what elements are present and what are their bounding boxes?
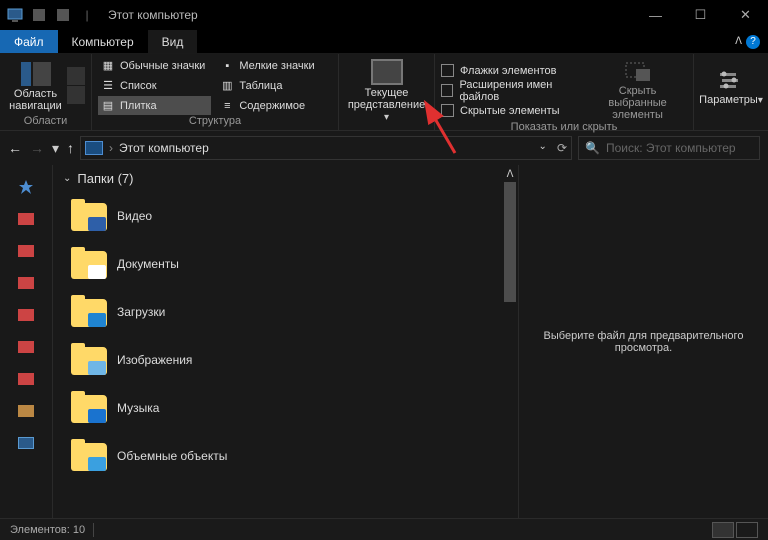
window-title: Этот компьютер (108, 8, 198, 22)
layout-content[interactable]: ≡Содержимое (217, 96, 320, 115)
view-icons-button[interactable] (736, 522, 758, 538)
menubar: Файл Компьютер Вид ᐱ ? (0, 30, 768, 54)
layout-table[interactable]: ▥Таблица (217, 76, 320, 95)
checkbox-extensions[interactable]: Расширения имен файлов (441, 82, 588, 100)
ribbon: Область навигации Области ▦Обычные значк… (0, 54, 768, 131)
sidebar-item[interactable] (0, 235, 52, 267)
folder-name: Загрузки (117, 305, 165, 319)
checkbox-flags[interactable]: Флажки элементов (441, 62, 588, 80)
sidebar-item[interactable] (0, 203, 52, 235)
location-icon (85, 141, 103, 155)
details-pane-icon[interactable] (67, 86, 85, 104)
sidebar-item-quick[interactable] (0, 171, 52, 203)
qat-separator: | (76, 4, 98, 26)
tab-computer[interactable]: Компьютер (58, 30, 148, 53)
content-area: ⌄ Папки (7) Видео Документы Загрузки Изобра… (0, 165, 768, 518)
sidebar-item[interactable] (0, 331, 52, 363)
view-details-button[interactable] (712, 522, 734, 538)
folder-icon (71, 392, 107, 424)
collapse-icon: ⌄ (63, 173, 71, 184)
refresh-button[interactable]: ⟳ (557, 141, 567, 155)
breadcrumb-separator: › (109, 141, 113, 155)
nav-back-button[interactable]: ← (8, 140, 22, 156)
nav-up-button[interactable]: ↑ (67, 140, 74, 156)
preview-placeholder-text: Выберите файл для предварительного просм… (539, 330, 748, 354)
hide-selected-button[interactable]: Скрыть выбранные элементы (588, 56, 687, 121)
sidebar-item[interactable] (0, 299, 52, 331)
addressbar: ← → ▾ ↑ › Этот компьютер ⌄ ⟳ 🔍 Поиск: Эт… (0, 131, 768, 165)
search-icon: 🔍 (585, 141, 600, 155)
layout-small-icons[interactable]: ▪Мелкие значки (217, 56, 320, 75)
address-path[interactable]: › Этот компьютер ⌄ ⟳ (80, 136, 572, 160)
folder-icon (71, 440, 107, 472)
preview-pane-icon[interactable] (67, 67, 85, 85)
scroll-up-icon[interactable]: ᐱ (507, 169, 514, 180)
layout-tile[interactable]: ▤Плитка (98, 96, 211, 115)
current-view-button[interactable]: Текущее представление ▾ (345, 56, 428, 124)
sidebar-item[interactable] (0, 395, 52, 427)
titlebar: | Этот компьютер — ☐ ✕ (0, 0, 768, 30)
search-input[interactable]: 🔍 Поиск: Этот компьютер (578, 136, 760, 160)
search-placeholder: Поиск: Этот компьютер (606, 141, 736, 155)
qat-dropdown-icon[interactable] (52, 4, 74, 26)
checkbox-hidden[interactable]: Скрытые элементы (441, 102, 588, 120)
folder-name: Документы (117, 257, 179, 271)
layout-list[interactable]: ☰Список (98, 76, 211, 95)
folder-icon (71, 200, 107, 232)
statusbar: Элементов: 10 (0, 518, 768, 540)
maximize-button[interactable]: ☐ (678, 0, 723, 30)
folder-item[interactable]: Объемные объекты (71, 432, 502, 480)
folder-item[interactable]: Видео (71, 192, 502, 240)
sidebar-item[interactable] (0, 427, 52, 459)
tab-view[interactable]: Вид (148, 30, 198, 53)
folder-item[interactable]: Документы (71, 240, 502, 288)
address-history-dropdown[interactable]: ⌄ (539, 141, 547, 155)
qat-properties-icon[interactable] (28, 4, 50, 26)
layout-regular-icons[interactable]: ▦Обычные значки (98, 56, 211, 75)
scrollbar-thumb[interactable] (504, 182, 516, 302)
minimize-button[interactable]: — (633, 0, 678, 30)
parameters-button[interactable]: Параметры▾ (700, 65, 762, 107)
folder-item[interactable]: Изображения (71, 336, 502, 384)
folder-name: Изображения (117, 353, 192, 367)
folder-icon (71, 248, 107, 280)
folder-name: Видео (117, 209, 152, 223)
group-label-show-hide: Показать или скрыть (441, 121, 687, 134)
file-list: ⌄ Папки (7) Видео Документы Загрузки Изобра… (53, 165, 502, 518)
scrollbar-vertical[interactable]: ᐱ (502, 165, 518, 518)
collapse-ribbon-icon[interactable]: ᐱ (735, 36, 742, 47)
preview-pane: Выберите файл для предварительного просм… (518, 165, 768, 518)
folder-group-header[interactable]: ⌄ Папки (7) (53, 165, 502, 192)
tab-file[interactable]: Файл (0, 30, 58, 53)
app-icon (4, 4, 26, 26)
group-label-structure: Структура (98, 115, 332, 128)
close-button[interactable]: ✕ (723, 0, 768, 30)
folder-item[interactable]: Загрузки (71, 288, 502, 336)
folder-name: Объемные объекты (117, 449, 227, 463)
group-label-areas: Области (6, 115, 85, 128)
parameters-icon (718, 68, 744, 92)
nav-forward-button[interactable]: → (30, 140, 44, 156)
hide-icon (624, 59, 652, 83)
navigation-pane-button[interactable]: Область навигации (6, 60, 65, 112)
folder-icon (71, 296, 107, 328)
sidebar-item[interactable] (0, 363, 52, 395)
sidebar (0, 165, 53, 518)
nav-recent-dropdown[interactable]: ▾ (52, 140, 59, 157)
folder-name: Музыка (117, 401, 159, 415)
help-icon[interactable]: ? (746, 35, 760, 49)
breadcrumb[interactable]: Этот компьютер (119, 141, 209, 155)
sidebar-item[interactable] (0, 267, 52, 299)
folder-icon (71, 344, 107, 376)
folder-item[interactable]: Музыка (71, 384, 502, 432)
